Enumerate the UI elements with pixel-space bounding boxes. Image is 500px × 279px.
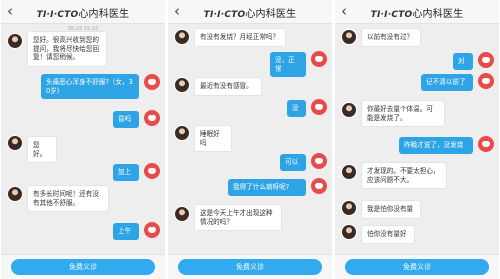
- footer-bar: 免费义诊: [1, 254, 165, 279]
- patient-message: 没: [287, 100, 306, 117]
- doctor-message: 您好。很高兴收到您的提问，我将尽快给您回复！请您稍候。: [27, 31, 107, 67]
- app-logo: TI·I·CTO: [370, 10, 413, 20]
- patient-avatar: [144, 74, 160, 90]
- title-text: 心内科医生: [245, 9, 297, 20]
- patient-avatar: [478, 73, 494, 89]
- patient-avatar: [311, 51, 327, 67]
- patient-avatar: [311, 153, 327, 169]
- free-consult-button[interactable]: 免费义诊: [178, 259, 322, 275]
- chat-screen-3: ‹ TI·I·CTO心内科医生 以前有没有过？ 对 记不清以前了 你最好去量个体…: [335, 0, 499, 279]
- page-title: TI·I·CTO心内科医生: [1, 5, 165, 20]
- doctor-message: 您好。: [27, 136, 57, 164]
- patient-avatar: [478, 52, 494, 68]
- free-consult-button[interactable]: 免费义诊: [11, 259, 155, 275]
- footer-bar: 免费义诊: [335, 254, 499, 279]
- nav-bar: ‹ TI·I·CTO心内科医生: [168, 0, 332, 24]
- patient-message: 头痛恶心浑身不舒服?（女，30岁）: [41, 74, 139, 100]
- patient-avatar: [144, 222, 160, 238]
- patient-avatar: [144, 110, 160, 126]
- patient-avatar: [311, 99, 327, 115]
- doctor-avatar: [7, 135, 23, 151]
- doctor-avatar: [174, 77, 190, 93]
- title-text: 心内科医生: [412, 9, 464, 20]
- title-text: 心内科医生: [78, 9, 130, 20]
- patient-message: 我得了什么病呀呢?: [228, 179, 306, 196]
- doctor-message: 才发现的。不要太担心，应该问题不大。: [361, 162, 447, 190]
- page-title: TI·I·CTO心内科医生: [168, 5, 332, 20]
- patient-message: 记不清以前了: [421, 74, 473, 91]
- patient-message: 没，正常: [270, 52, 306, 78]
- page-title: TI·I·CTO心内科医生: [335, 5, 499, 20]
- doctor-message: 睡眠好吗: [194, 125, 232, 153]
- footer-bar: 免费义诊: [168, 254, 332, 279]
- patient-message: 昏吗: [113, 111, 139, 128]
- doctor-avatar: [341, 224, 357, 240]
- doctor-avatar: [7, 33, 23, 49]
- doctor-avatar: [341, 29, 357, 45]
- doctor-message: 有多长时间呢！还有没有其他不舒服。: [27, 185, 109, 213]
- patient-message: 上午: [113, 223, 139, 240]
- doctor-avatar: [174, 125, 190, 141]
- patient-message: 对: [453, 53, 473, 70]
- doctor-avatar: [341, 200, 357, 216]
- app-logo: TI·I·CTO: [203, 10, 246, 20]
- patient-avatar: [478, 136, 494, 152]
- doctor-avatar: [341, 164, 357, 180]
- chat-screen-2: ‹ TI·I·CTO心内科医生 有没有发烧？月经正常吗？ 没，正常 最近有没有感…: [168, 0, 332, 279]
- doctor-message: 最近有没有感冒。: [194, 77, 262, 96]
- doctor-avatar: [341, 102, 357, 118]
- free-consult-button[interactable]: 免费义诊: [345, 259, 489, 275]
- app-logo: TI·I·CTO: [36, 10, 79, 20]
- doctor-avatar: [174, 29, 190, 45]
- doctor-message: 我是怕你没有量: [361, 200, 421, 219]
- chat-screen-1: ‹ TI·I·CTO心内科医生 05-29 15:15 您好。很高兴收到您的提问…: [1, 0, 165, 279]
- doctor-message: 这是今天上午才出现这种情况的吗？: [194, 204, 282, 232]
- doctor-message: 有没有发烧？月经正常吗？: [194, 28, 286, 47]
- patient-avatar: [311, 178, 327, 194]
- doctor-message: 你最好去量个体温。可能是发烧了。: [361, 100, 445, 128]
- doctor-avatar: [7, 186, 23, 202]
- doctor-avatar: [174, 206, 190, 222]
- patient-message: 昨晚才说了，没发烧: [399, 137, 473, 154]
- nav-bar: ‹ TI·I·CTO心内科医生: [1, 0, 165, 24]
- nav-bar: ‹ TI·I·CTO心内科医生: [335, 0, 499, 24]
- doctor-message: 怕你没有量好: [361, 225, 415, 244]
- patient-message: 加上: [113, 164, 139, 181]
- doctor-message: 以前有没有过？: [361, 28, 421, 47]
- patient-avatar: [144, 163, 160, 179]
- patient-message: 可以: [280, 154, 306, 171]
